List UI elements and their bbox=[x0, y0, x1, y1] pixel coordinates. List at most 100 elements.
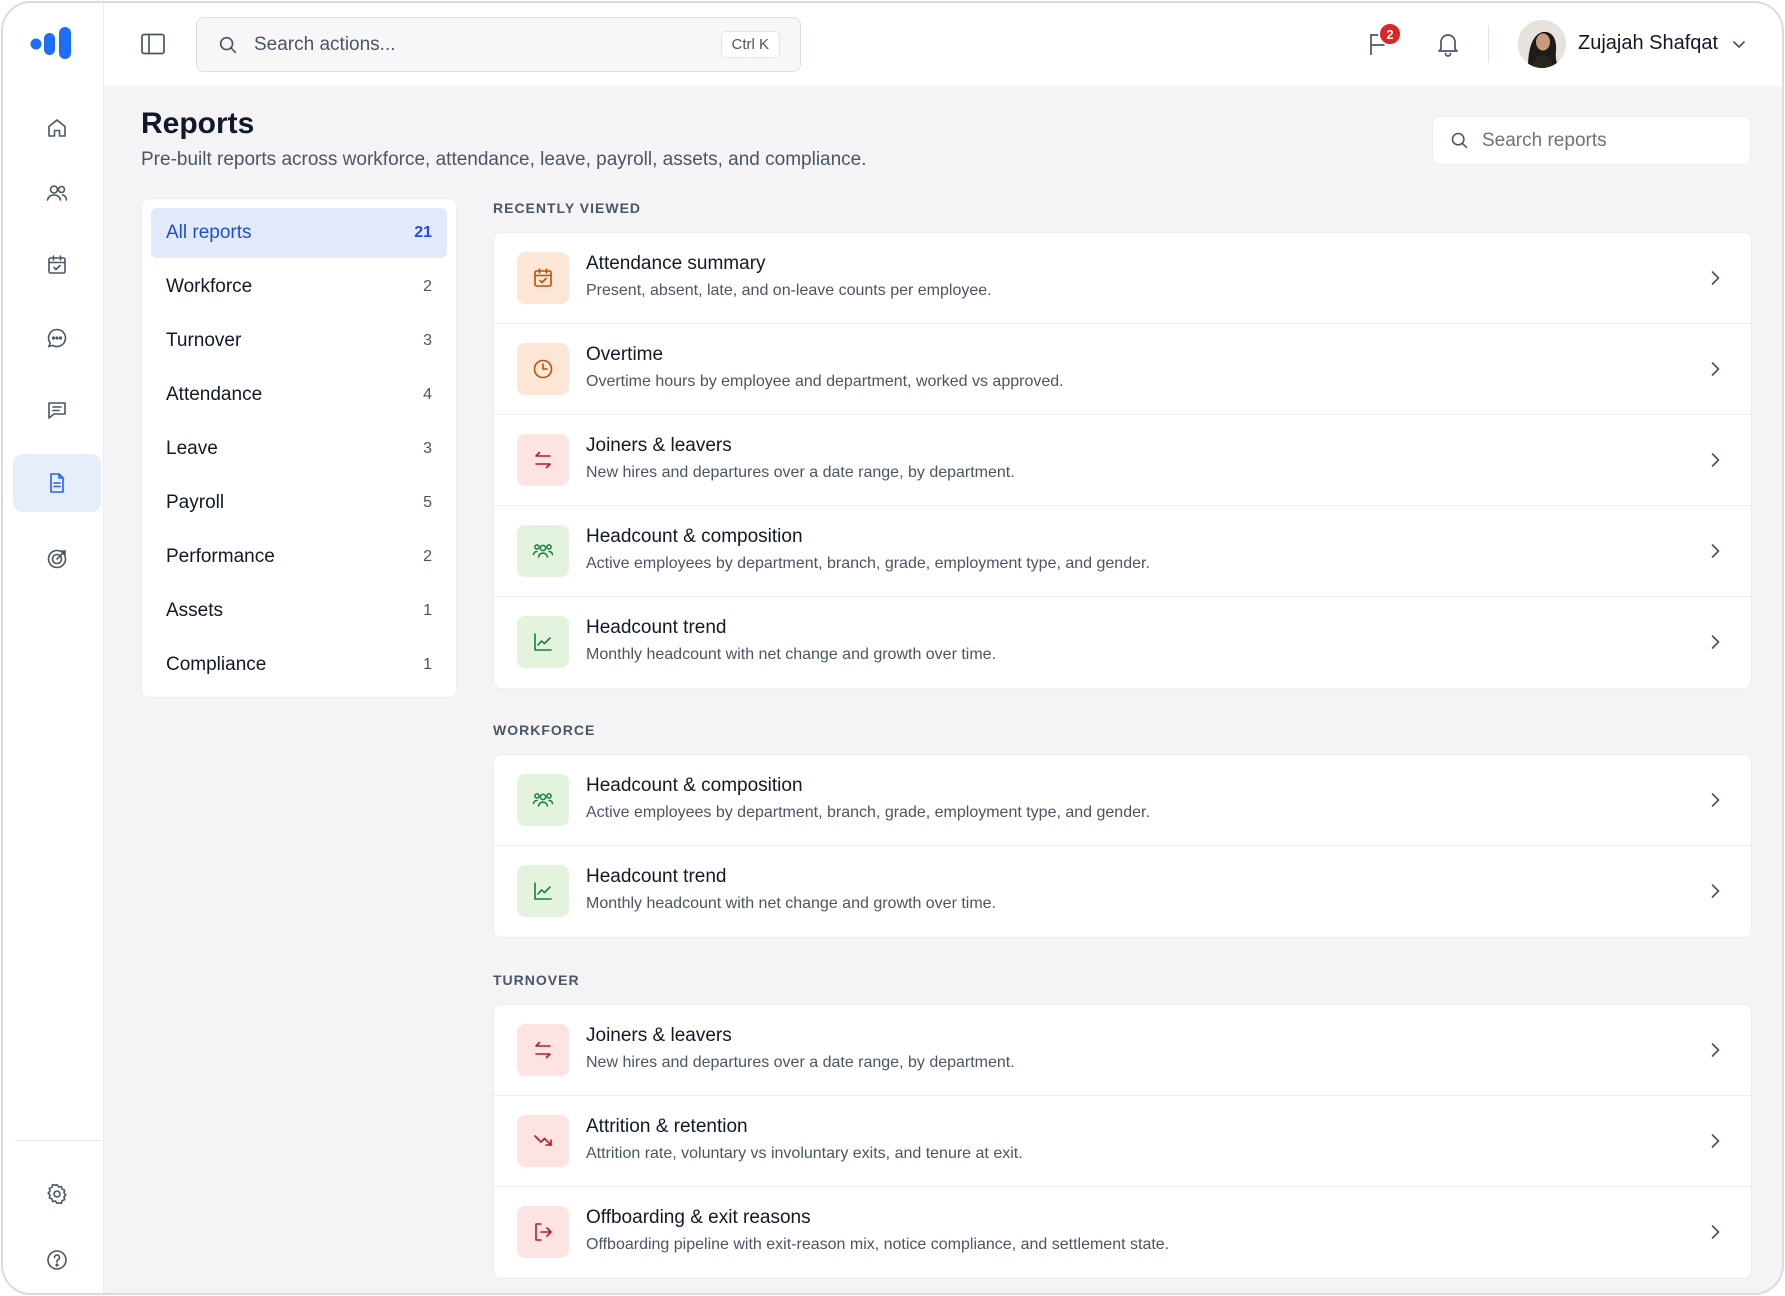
report-row[interactable]: Headcount trend Monthly headcount with n… bbox=[494, 846, 1751, 937]
help-icon bbox=[47, 1250, 67, 1270]
shortcut-hint: Ctrl K bbox=[720, 31, 780, 58]
search-icon bbox=[219, 36, 237, 53]
report-row[interactable]: Headcount & composition Active employees… bbox=[494, 506, 1751, 597]
chevron-right-icon bbox=[1711, 1134, 1720, 1148]
category-label: Performance bbox=[166, 546, 275, 567]
chevron-right-icon bbox=[1711, 1043, 1720, 1057]
command-search[interactable]: Search actions... Ctrl K bbox=[196, 17, 801, 72]
top-bar: Search actions... Ctrl K 2 Zujajah Shafq… bbox=[104, 3, 1782, 86]
rail-home[interactable] bbox=[13, 99, 101, 157]
report-description: Monthly headcount with net change and gr… bbox=[586, 895, 997, 912]
report-icon-tile bbox=[517, 525, 569, 577]
report-row[interactable]: Headcount & composition Active employees… bbox=[494, 755, 1751, 846]
user-name[interactable]: Zujajah Shafqat bbox=[1578, 32, 1718, 55]
rail-attendance[interactable] bbox=[13, 236, 101, 294]
category-leave[interactable]: Leave 3 bbox=[151, 424, 447, 474]
category-count: 21 bbox=[414, 224, 432, 241]
report-title: Joiners & leavers bbox=[586, 435, 732, 456]
chevron-right-icon bbox=[1711, 793, 1720, 807]
category-count: 1 bbox=[423, 656, 432, 673]
target-icon bbox=[47, 549, 67, 569]
category-filter: All reports 21 Workforce 2 Turnover 3 At… bbox=[141, 198, 457, 698]
rail-messages[interactable] bbox=[13, 381, 101, 439]
report-description: Attrition rate, voluntary vs involuntary… bbox=[586, 1145, 1023, 1162]
report-description: Offboarding pipeline with exit-reason mi… bbox=[586, 1236, 1170, 1253]
report-title: Headcount trend bbox=[586, 617, 727, 638]
report-list-recently-viewed: Attendance summary Present, absent, late… bbox=[493, 232, 1752, 689]
rail-reports[interactable] bbox=[13, 454, 101, 512]
report-search-input[interactable]: Search reports bbox=[1432, 116, 1751, 165]
rail-help[interactable] bbox=[13, 1231, 101, 1289]
report-description: New hires and departures over a date ran… bbox=[586, 464, 1015, 481]
messages-icon bbox=[48, 402, 66, 419]
category-label: Leave bbox=[166, 438, 218, 459]
report-description: Present, absent, late, and on-leave coun… bbox=[586, 282, 992, 299]
category-payroll[interactable]: Payroll 5 bbox=[151, 478, 447, 528]
report-icon-tile bbox=[517, 343, 569, 395]
app-logo[interactable] bbox=[30, 25, 76, 61]
swap-arrows-icon bbox=[535, 1041, 551, 1059]
report-description: Active employees by department, branch, … bbox=[586, 555, 1150, 572]
category-label: Attendance bbox=[166, 384, 263, 405]
report-icon-tile bbox=[517, 1206, 569, 1258]
category-attendance[interactable]: Attendance 4 bbox=[151, 370, 447, 420]
category-assets[interactable]: Assets 1 bbox=[151, 586, 447, 636]
notification-badge: 2 bbox=[1378, 22, 1402, 46]
rail-settings[interactable] bbox=[13, 1165, 101, 1223]
section-label-recently-viewed: RECENTLY VIEWED bbox=[493, 200, 642, 216]
report-title: Joiners & leavers bbox=[586, 1025, 732, 1046]
category-turnover[interactable]: Turnover 3 bbox=[151, 316, 447, 366]
line-chart-icon bbox=[534, 882, 552, 900]
chevron-right-icon bbox=[1711, 453, 1720, 467]
chevron-down-icon[interactable] bbox=[1730, 35, 1748, 53]
category-count: 2 bbox=[423, 278, 432, 295]
rail-chat[interactable] bbox=[13, 309, 101, 367]
report-row[interactable]: Joiners & leavers New hires and departur… bbox=[494, 1005, 1751, 1096]
group-icon bbox=[532, 793, 554, 807]
calendar-check-icon bbox=[534, 268, 552, 287]
report-description: Monthly headcount with net change and gr… bbox=[586, 646, 997, 663]
report-row[interactable]: Overtime Overtime hours by employee and … bbox=[494, 324, 1751, 415]
reports-icon bbox=[50, 473, 64, 493]
chevron-right-icon bbox=[1711, 635, 1720, 649]
category-compliance[interactable]: Compliance 1 bbox=[151, 640, 447, 690]
report-row[interactable]: Joiners & leavers New hires and departur… bbox=[494, 415, 1751, 506]
category-performance[interactable]: Performance 2 bbox=[151, 532, 447, 582]
report-icon-tile bbox=[517, 865, 569, 917]
report-search-placeholder: Search reports bbox=[1482, 129, 1607, 151]
line-chart-icon bbox=[534, 633, 552, 651]
report-row[interactable]: Offboarding & exit reasons Offboarding p… bbox=[494, 1187, 1751, 1278]
category-count: 4 bbox=[423, 386, 432, 403]
category-workforce[interactable]: Workforce 2 bbox=[151, 262, 447, 312]
report-icon-tile bbox=[517, 434, 569, 486]
report-description: New hires and departures over a date ran… bbox=[586, 1054, 1015, 1071]
section-label-turnover: TURNOVER bbox=[493, 972, 580, 988]
category-all-reports[interactable]: All reports 21 bbox=[151, 208, 447, 258]
avatar[interactable] bbox=[1518, 20, 1566, 68]
category-count: 5 bbox=[423, 494, 432, 511]
report-title: Headcount trend bbox=[586, 866, 727, 887]
report-list-workforce: Headcount & composition Active employees… bbox=[493, 754, 1752, 938]
category-label: All reports bbox=[166, 222, 252, 243]
chevron-right-icon bbox=[1711, 884, 1720, 898]
home-icon bbox=[48, 119, 66, 137]
category-label: Assets bbox=[166, 600, 224, 621]
icon-rail bbox=[3, 3, 104, 1293]
bell-icon[interactable] bbox=[1434, 30, 1462, 58]
report-row[interactable]: Attrition & retention Attrition rate, vo… bbox=[494, 1096, 1751, 1187]
exit-icon bbox=[535, 1223, 552, 1241]
rail-divider bbox=[15, 1140, 101, 1141]
section-label-workforce: WORKFORCE bbox=[493, 722, 596, 738]
rail-people[interactable] bbox=[13, 164, 101, 222]
sidebar-toggle-icon[interactable] bbox=[140, 31, 166, 57]
rail-goals[interactable] bbox=[13, 530, 101, 588]
settings-icon bbox=[47, 1183, 67, 1205]
report-row[interactable]: Headcount trend Monthly headcount with n… bbox=[494, 597, 1751, 688]
report-row[interactable]: Attendance summary Present, absent, late… bbox=[494, 233, 1751, 324]
report-title: Headcount & composition bbox=[586, 775, 803, 796]
trend-down-icon bbox=[534, 1135, 552, 1146]
search-icon bbox=[1451, 132, 1468, 149]
chat-icon bbox=[47, 328, 67, 348]
report-icon-tile bbox=[517, 616, 569, 668]
report-title: Attendance summary bbox=[586, 253, 766, 274]
